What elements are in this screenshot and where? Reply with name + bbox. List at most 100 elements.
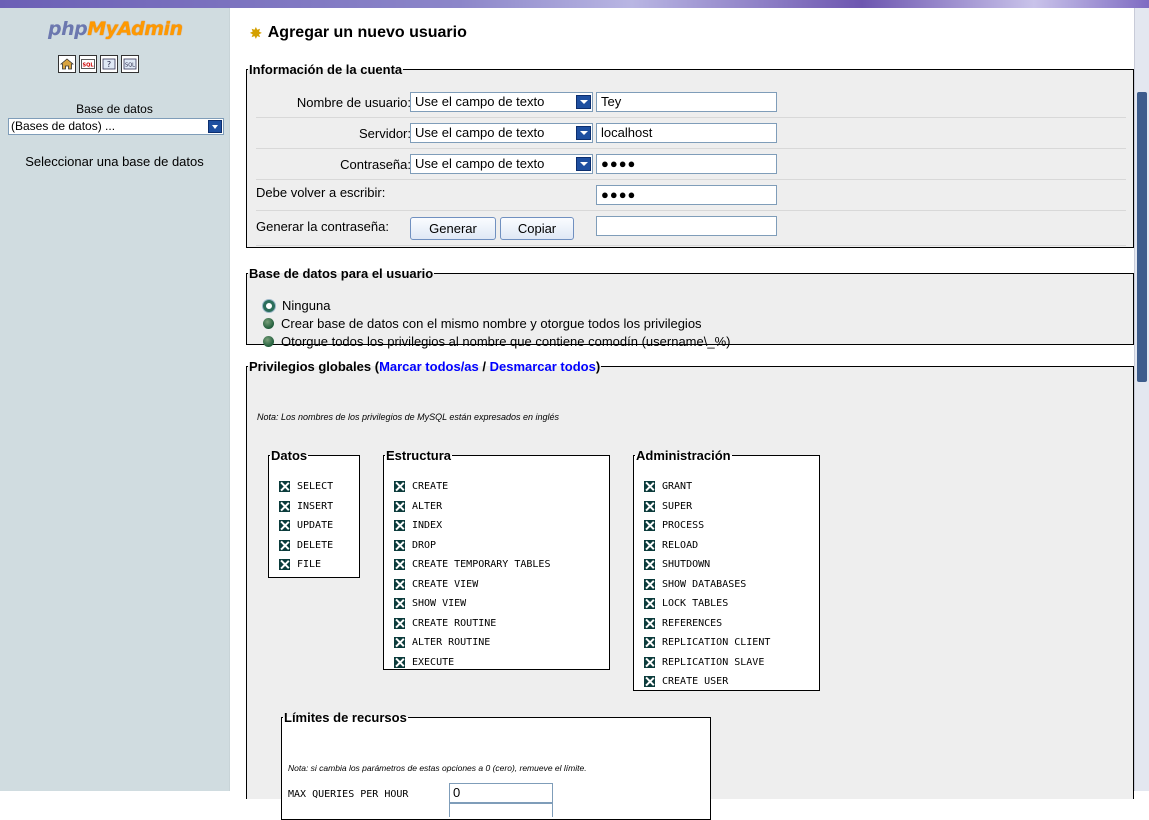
privilege-alter-routine[interactable]: ALTER ROUTINE (394, 637, 490, 648)
database-select[interactable]: (Bases de datos) ... (8, 118, 224, 135)
retype-password-input[interactable]: ●●●● (596, 185, 777, 205)
privilege-process[interactable]: PROCESS (644, 520, 704, 531)
checkbox-checked-icon[interactable] (394, 656, 405, 668)
checkbox-checked-icon[interactable] (644, 559, 655, 570)
privilege-label: CREATE USER (662, 676, 729, 687)
privilege-create[interactable]: CREATE (394, 481, 448, 492)
navigation-panel: phpMyAdmin SQL ? SQL Base de datos (Base… (0, 8, 229, 791)
privilege-lock-tables[interactable]: LOCK TABLES (644, 598, 728, 609)
host-mode-select[interactable]: Use el campo de texto (410, 123, 593, 143)
checkbox-checked-icon[interactable] (394, 559, 405, 570)
main-content: ✸ Agregar un nuevo usuario Información d… (234, 8, 1134, 820)
checkbox-checked-icon[interactable] (644, 598, 655, 609)
radio-selected-icon[interactable] (263, 299, 275, 312)
privilege-drop[interactable]: DROP (394, 539, 437, 551)
check-all-link[interactable]: Marcar todos/as (379, 359, 479, 374)
privilege-alter[interactable]: ALTER (394, 500, 442, 512)
chevron-down-icon[interactable] (576, 95, 591, 109)
phpmyadmin-logo[interactable]: phpMyAdmin (48, 18, 183, 40)
select-database-hint: Seleccionar una base de datos (25, 154, 204, 169)
sql-icon[interactable]: SQL (79, 55, 97, 73)
checkbox-checked-icon[interactable] (644, 676, 655, 687)
checkbox-checked-icon[interactable] (644, 520, 655, 531)
checkbox-checked-icon[interactable] (279, 559, 290, 570)
structure-privileges-legend: Estructura (386, 448, 452, 463)
structure-privileges-fieldset: Estructura CREATE ALTER INDEX DROP CREATE TE… (383, 448, 610, 670)
home-icon[interactable] (58, 55, 76, 73)
checkbox-checked-icon[interactable] (394, 578, 405, 590)
vertical-scrollbar[interactable] (1134, 8, 1149, 791)
checkbox-checked-icon[interactable] (644, 481, 655, 492)
privilege-super[interactable]: SUPER (644, 500, 692, 512)
checkbox-checked-icon[interactable] (644, 500, 655, 512)
generated-password-input[interactable] (596, 216, 777, 236)
username-input[interactable]: Tey (596, 92, 777, 112)
panel-divider[interactable] (229, 8, 233, 791)
checkbox-checked-icon[interactable] (279, 539, 290, 551)
host-input[interactable]: localhost (596, 123, 777, 143)
chevron-down-icon[interactable] (208, 120, 222, 133)
scrollbar-thumb[interactable] (1137, 92, 1147, 382)
db-option-wildcard[interactable]: Otorgue todos los privilegios al nombre … (263, 334, 730, 349)
privilege-show-view[interactable]: SHOW VIEW (394, 598, 466, 609)
checkbox-checked-icon[interactable] (394, 637, 405, 648)
chevron-down-icon[interactable] (576, 126, 591, 140)
radio-icon[interactable] (263, 336, 274, 347)
privilege-insert[interactable]: INSERT (279, 500, 334, 512)
privilege-replication-client[interactable]: REPLICATION CLIENT (644, 637, 770, 648)
max-queries-input[interactable]: 0 (449, 783, 553, 803)
privilege-references[interactable]: REFERENCES (644, 617, 722, 629)
svg-text:SQL: SQL (82, 63, 94, 69)
radio-icon[interactable] (263, 318, 274, 329)
db-option-create-same-name[interactable]: Crear base de datos con el mismo nombre … (263, 316, 702, 331)
privilege-label: SHOW DATABASES (662, 578, 747, 590)
privilege-label: DROP (412, 539, 437, 551)
privilege-label: RELOAD (662, 539, 699, 551)
privilege-show-databases[interactable]: SHOW DATABASES (644, 578, 747, 590)
generate-button[interactable]: Generar (410, 217, 496, 240)
checkbox-checked-icon[interactable] (644, 637, 655, 648)
checkbox-checked-icon[interactable] (644, 656, 655, 668)
privilege-replication-slave[interactable]: REPLICATION SLAVE (644, 656, 764, 668)
checkbox-checked-icon[interactable] (644, 617, 655, 629)
privilege-create-routine[interactable]: CREATE ROUTINE (394, 617, 496, 629)
privilege-delete[interactable]: DELETE (279, 539, 333, 551)
username-mode-select[interactable]: Use el campo de texto (410, 92, 593, 112)
data-privileges-fieldset: Datos SELECT INSERT UPDATE DELETE FILE (268, 448, 360, 578)
privilege-label: FILE (297, 559, 322, 570)
uncheck-all-link[interactable]: Desmarcar todos (490, 359, 596, 374)
checkbox-checked-icon[interactable] (394, 481, 405, 492)
privilege-grant[interactable]: GRANT (644, 481, 692, 492)
db-option-none[interactable]: Ninguna (263, 298, 330, 313)
checkbox-checked-icon[interactable] (394, 520, 405, 531)
copy-button[interactable]: Copiar (500, 217, 574, 240)
privilege-select[interactable]: SELECT (279, 481, 333, 492)
password-input[interactable]: ●●●● (596, 154, 777, 174)
checkbox-checked-icon[interactable] (279, 481, 290, 492)
password-mode-select[interactable]: Use el campo de texto (410, 154, 593, 174)
privilege-create-temporary-tables[interactable]: CREATE TEMPORARY TABLES (394, 559, 550, 570)
checkbox-checked-icon[interactable] (394, 539, 405, 551)
privilege-reload[interactable]: RELOAD (644, 539, 699, 551)
privilege-label: INSERT (297, 500, 334, 512)
chevron-down-icon[interactable] (576, 157, 591, 171)
privilege-file[interactable]: FILE (279, 559, 321, 570)
max-updates-input[interactable] (449, 803, 553, 817)
privilege-index[interactable]: INDEX (394, 520, 442, 531)
privilege-create-view[interactable]: CREATE VIEW (394, 578, 478, 590)
privilege-execute[interactable]: EXECUTE (394, 656, 454, 668)
checkbox-checked-icon[interactable] (394, 500, 405, 512)
privilege-shutdown[interactable]: SHUTDOWN (644, 559, 710, 570)
help-icon[interactable]: ? (100, 55, 118, 73)
generate-row: Generar la contraseña: Generar Copiar (256, 213, 1126, 246)
checkbox-checked-icon[interactable] (394, 598, 405, 609)
checkbox-checked-icon[interactable] (279, 500, 290, 512)
privilege-update[interactable]: UPDATE (279, 520, 333, 531)
page-title: ✸ Agregar un nuevo usuario (250, 24, 467, 41)
checkbox-checked-icon[interactable] (644, 539, 655, 551)
checkbox-checked-icon[interactable] (644, 578, 655, 590)
checkbox-checked-icon[interactable] (394, 617, 405, 629)
query-window-icon[interactable]: SQL (121, 55, 139, 73)
checkbox-checked-icon[interactable] (279, 520, 290, 531)
privilege-create-user[interactable]: CREATE USER (644, 676, 728, 687)
